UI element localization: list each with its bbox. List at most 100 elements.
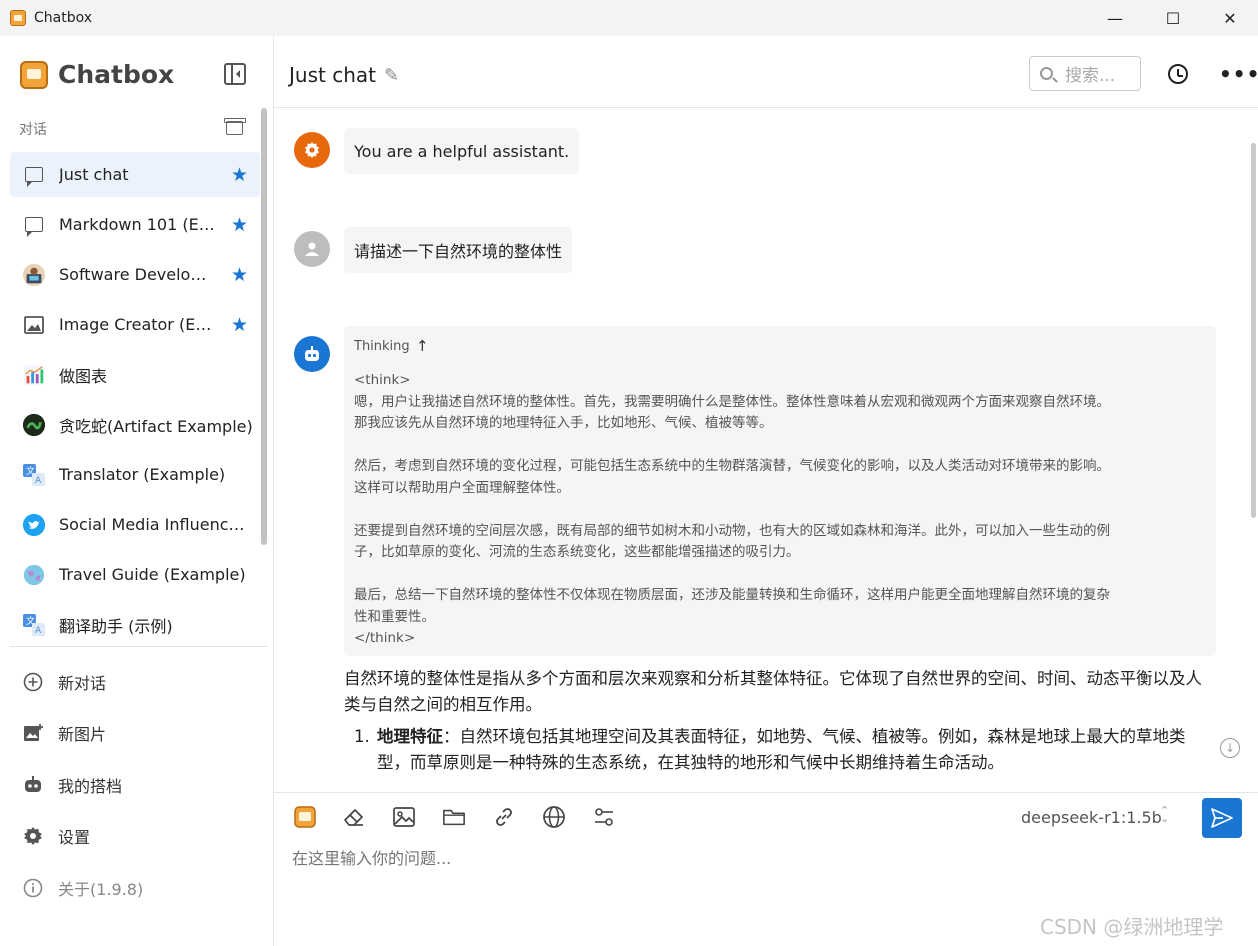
message-list: You are a helpful assistant. 请描述一下自然环境的整… xyxy=(274,108,1258,792)
settings-sliders-icon[interactable] xyxy=(592,805,616,829)
message-scrollbar[interactable] xyxy=(1251,143,1256,518)
settings-button[interactable]: 设置 xyxy=(22,811,143,863)
about-button[interactable]: 关于(1.9.8) xyxy=(22,862,143,914)
translate-avatar-icon: 文A xyxy=(22,463,46,487)
thinking-text: <think> 嗯，用户让我描述自然环境的整体性。首先，我需要明确什么是整体性。… xyxy=(354,370,1209,650)
conversation-label: Just chat xyxy=(59,165,129,184)
translate-avatar-icon: 文A xyxy=(22,613,46,637)
chat-bubble-icon xyxy=(22,213,46,237)
conversation-item[interactable]: 贪吃蛇(Artifact Example) xyxy=(10,402,260,447)
answer-intro: 自然环境的整体性是指从多个方面和层次来观察和分析其整体特征。它体现了自然世界的空… xyxy=(344,669,1202,714)
thinking-label: Thinking xyxy=(354,339,410,354)
svg-text:A: A xyxy=(35,476,42,486)
about-label: 关于(1.9.8) xyxy=(58,879,144,899)
chat-header: Just chat ✎ 搜索... ••• xyxy=(274,36,1258,108)
search-icon xyxy=(1040,67,1053,80)
chat-bubble-icon xyxy=(22,163,46,187)
conversation-item[interactable]: Travel Guide (Example) xyxy=(10,552,260,597)
chat-title: Just chat xyxy=(289,63,376,87)
twitter-avatar-icon xyxy=(22,513,46,537)
answer-list-item: 地理特征：自然环境包括其地理空间及其表面特征，如地势、气候、植被等。例如，森林是… xyxy=(375,724,1214,775)
sidebar-scrollbar[interactable] xyxy=(261,108,267,545)
my-copilots-button[interactable]: 我的搭档 xyxy=(22,759,143,811)
message-input[interactable] xyxy=(292,849,1192,868)
maximize-button[interactable]: ☐ xyxy=(1144,0,1202,36)
history-icon[interactable] xyxy=(1168,64,1188,84)
window-titlebar: Chatbox — ☐ ✕ xyxy=(0,0,1258,36)
collapse-thinking-icon[interactable]: ↑ xyxy=(416,337,429,355)
conversation-item[interactable]: Just chat ★ xyxy=(10,152,260,197)
attach-file-folder-icon[interactable] xyxy=(442,805,466,829)
gear-icon xyxy=(22,825,44,847)
star-icon[interactable]: ★ xyxy=(231,314,248,336)
conversation-label: Software Developer (Example) xyxy=(59,265,216,284)
sidebar-divider xyxy=(10,646,268,647)
window-title: Chatbox xyxy=(34,10,93,26)
send-button[interactable] xyxy=(1202,798,1242,838)
chatbox-app-icon xyxy=(10,10,26,26)
add-circle-icon xyxy=(22,671,44,693)
star-icon[interactable]: ★ xyxy=(231,214,248,236)
conversation-item[interactable]: Markdown 101 (Example) ★ xyxy=(10,202,260,247)
new-image-button[interactable]: 新图片 xyxy=(22,708,143,760)
star-icon[interactable]: ★ xyxy=(231,264,248,286)
conversation-label: Translator (Example) xyxy=(59,465,226,484)
conversation-label: Travel Guide (Example) xyxy=(59,565,246,584)
thinking-line: 然后，考虑到自然环境的变化过程，可能包括生态系统中的生物群落演替，气候变化的影响… xyxy=(354,458,1110,474)
collapse-sidebar-icon[interactable] xyxy=(224,63,246,85)
conversation-list: Just chat ★ Markdown 101 (Example) ★ Sof… xyxy=(10,152,260,652)
close-button[interactable]: ✕ xyxy=(1201,0,1258,36)
chart-avatar-icon xyxy=(22,363,46,387)
thinking-block: Thinking ↑ <think> 嗯，用户让我描述自然环境的整体性。首先，我… xyxy=(344,326,1216,656)
thinking-line: 最后，总结一下自然环境的整体性不仅体现在物质层面，还涉及能量转换和生命循环，这样… xyxy=(354,587,1110,603)
eraser-icon[interactable] xyxy=(342,805,366,829)
chatbox-logo-icon xyxy=(20,60,48,89)
new-chat-button[interactable]: 新对话 xyxy=(22,656,143,708)
chevron-updown-icon[interactable]: ⌃ ⌄ xyxy=(1160,805,1169,824)
add-image-icon xyxy=(22,722,44,744)
answer-item-text: ：自然环境包括其地理空间及其表面特征，如地势、气候、植被等。例如，森林是地球上最… xyxy=(377,727,1186,772)
system-message: You are a helpful assistant. xyxy=(344,128,580,174)
thinking-line: 嗯，用户让我描述自然环境的整体性。首先，我需要明确什么是整体性。整体性意味着从宏… xyxy=(354,393,1110,410)
settings-label: 设置 xyxy=(58,828,91,848)
sidebar-menu: 新对话 新图片 我的搭档 设置 关于(1.9.8) xyxy=(22,656,143,914)
my-copilots-label: 我的搭档 xyxy=(58,776,123,796)
brand-name: Chatbox xyxy=(58,60,175,89)
image-icon xyxy=(22,313,46,337)
conversation-item[interactable]: Software Developer (Example) ★ xyxy=(10,252,260,297)
snake-avatar-icon xyxy=(22,413,46,437)
conversation-item[interactable]: Image Creator (Example) ★ xyxy=(10,302,260,347)
search-placeholder: 搜索... xyxy=(1065,66,1116,86)
conversation-item[interactable]: 文A 翻译助手 (示例) xyxy=(10,602,260,647)
thinking-line: 子，比如草原的变化、河流的生态系统变化，这些都能增强描述的吸引力。 xyxy=(354,544,800,560)
more-options-icon[interactable]: ••• xyxy=(1219,62,1258,86)
archive-icon[interactable] xyxy=(224,118,246,135)
svg-text:A: A xyxy=(35,626,42,636)
search-input[interactable]: 搜索... xyxy=(1029,56,1141,91)
new-chat-label: 新对话 xyxy=(58,673,107,693)
edit-pencil-icon[interactable]: ✎ xyxy=(384,65,399,86)
info-icon xyxy=(22,877,44,899)
model-selector[interactable]: deepseek-r1:1.5b xyxy=(1021,808,1162,827)
copilot-picker-icon[interactable] xyxy=(293,805,317,829)
conversation-label: Social Media Influencer (Example) xyxy=(59,515,251,534)
assistant-avatar-icon xyxy=(294,336,330,372)
developer-avatar-icon xyxy=(22,263,46,287)
attach-image-icon[interactable] xyxy=(392,805,416,829)
robot-icon xyxy=(22,774,44,796)
thinking-line: 性和重要性。 xyxy=(354,608,435,625)
conversation-item[interactable]: Social Media Influencer (Example) xyxy=(10,502,260,547)
web-search-globe-icon[interactable] xyxy=(542,805,566,829)
conversation-item[interactable]: 做图表 xyxy=(10,352,260,397)
brand: Chatbox xyxy=(20,60,174,89)
link-icon[interactable] xyxy=(492,805,516,829)
scroll-to-bottom-icon[interactable]: ↓ xyxy=(1220,738,1240,758)
conversation-label: 做图表 xyxy=(59,366,108,386)
star-icon[interactable]: ★ xyxy=(231,164,248,186)
conversation-item[interactable]: 文A Translator (Example) xyxy=(10,452,260,497)
globe-avatar-icon xyxy=(22,563,46,587)
minimize-button[interactable]: — xyxy=(1086,0,1144,36)
conversation-label: 翻译助手 (示例) xyxy=(59,616,173,636)
thinking-line: <think> xyxy=(354,372,411,388)
conversation-label: Markdown 101 (Example) xyxy=(59,215,216,234)
